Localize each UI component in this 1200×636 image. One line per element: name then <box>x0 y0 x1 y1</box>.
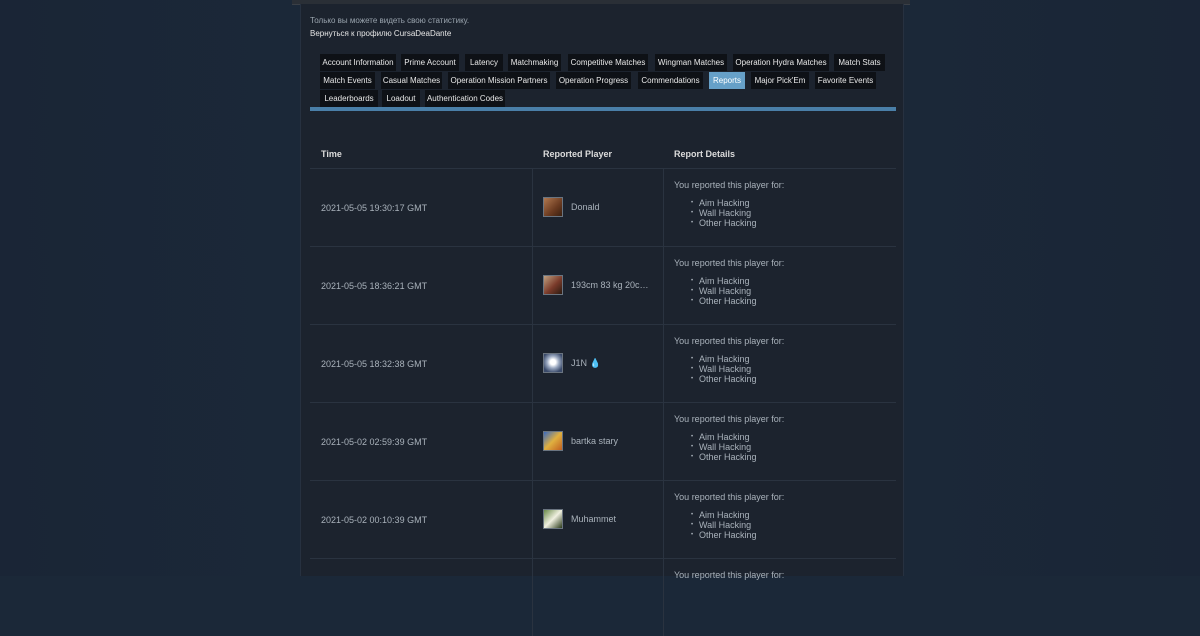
player-name[interactable]: bartka stary <box>571 436 618 446</box>
row-divider <box>310 480 896 481</box>
table-row: You reported this player for: <box>310 558 896 636</box>
report-reasons: Aim Hacking Wall Hacking Other Hacking <box>691 510 757 540</box>
column-header-details: Report Details <box>674 149 736 159</box>
tab-underline <box>310 107 896 111</box>
report-time: 2021-05-02 02:59:39 GMT <box>321 437 428 447</box>
column-divider <box>663 324 664 402</box>
column-divider <box>663 402 664 480</box>
tab-operation-progress[interactable]: Operation Progress <box>556 72 631 89</box>
table-row: 2021-05-05 18:32:38 GMT J1N 💧 You report… <box>310 324 896 402</box>
tab-competitive-matches[interactable]: Competitive Matches <box>568 54 648 71</box>
report-details-heading: You reported this player for: <box>674 414 785 424</box>
column-divider <box>663 558 664 636</box>
privacy-notice: Только вы можете видеть свою статистику. <box>310 16 470 25</box>
report-details-heading: You reported this player for: <box>674 336 785 346</box>
row-divider <box>310 402 896 403</box>
table-row: 2021-05-05 18:36:21 GMT 193cm 83 kg 20c…… <box>310 246 896 324</box>
report-reasons: Aim Hacking Wall Hacking Other Hacking <box>691 198 757 228</box>
tab-account-information[interactable]: Account Information <box>320 54 396 71</box>
tab-wingman-matches[interactable]: Wingman Matches <box>655 54 727 71</box>
row-divider <box>310 324 896 325</box>
report-time: 2021-05-05 18:36:21 GMT <box>321 281 428 291</box>
tab-reports[interactable]: Reports <box>709 72 745 89</box>
column-divider <box>532 246 533 324</box>
back-to-profile-link[interactable]: Вернуться к профилю CursaDeaDante <box>310 29 451 38</box>
report-details-heading: You reported this player for: <box>674 180 785 190</box>
tab-operation-hydra-matches[interactable]: Operation Hydra Matches <box>733 54 829 71</box>
reason-item: Aim Hacking <box>691 432 757 442</box>
main-panel: Только вы можете видеть свою статистику.… <box>300 4 904 636</box>
tab-major-pickem[interactable]: Major Pick'Em <box>751 72 809 89</box>
tab-match-stats[interactable]: Match Stats <box>834 54 885 71</box>
tab-loadout[interactable]: Loadout <box>382 90 420 107</box>
column-divider <box>532 168 533 246</box>
report-reasons: Aim Hacking Wall Hacking Other Hacking <box>691 354 757 384</box>
avatar[interactable] <box>543 353 563 373</box>
avatar[interactable] <box>543 431 563 451</box>
column-divider <box>663 480 664 558</box>
player-name[interactable]: Muhammet <box>571 514 616 524</box>
reason-item: Wall Hacking <box>691 520 757 530</box>
reason-item: Aim Hacking <box>691 354 757 364</box>
reason-item: Aim Hacking <box>691 276 757 286</box>
reason-item: Wall Hacking <box>691 208 757 218</box>
tab-matchmaking[interactable]: Matchmaking <box>508 54 561 71</box>
tab-prime-account[interactable]: Prime Account <box>401 54 459 71</box>
reason-item: Other Hacking <box>691 296 756 306</box>
report-reasons: Aim Hacking Wall Hacking Other Hacking <box>691 432 757 462</box>
column-divider <box>663 246 664 324</box>
report-reasons: Aim Hacking Wall Hacking Other Hacking <box>691 276 757 306</box>
column-divider <box>532 402 533 480</box>
column-divider <box>532 324 533 402</box>
reason-item: Aim Hacking <box>691 510 757 520</box>
report-details-heading: You reported this player for: <box>674 570 785 580</box>
reason-item: Wall Hacking <box>691 364 757 374</box>
tab-match-events[interactable]: Match Events <box>320 72 375 89</box>
report-time: 2021-05-05 19:30:17 GMT <box>321 203 428 213</box>
avatar[interactable] <box>543 197 563 217</box>
reason-item: Aim Hacking <box>691 198 757 208</box>
column-divider <box>532 480 533 558</box>
reason-item: Other Hacking <box>691 374 756 384</box>
avatar[interactable] <box>543 509 563 529</box>
row-divider <box>310 246 896 247</box>
column-header-time: Time <box>321 149 342 159</box>
table-row: 2021-05-05 19:30:17 GMT Donald You repor… <box>310 168 896 246</box>
tab-leaderboards[interactable]: Leaderboards <box>320 90 378 107</box>
report-details-heading: You reported this player for: <box>674 492 785 502</box>
player-name[interactable]: Donald <box>571 202 600 212</box>
report-details-heading: You reported this player for: <box>674 258 785 268</box>
reason-item: Wall Hacking <box>691 286 757 296</box>
report-time: 2021-05-02 00:10:39 GMT <box>321 515 428 525</box>
tab-operation-mission-partners[interactable]: Operation Mission Partners <box>448 72 550 89</box>
reason-item: Other Hacking <box>691 218 756 228</box>
player-name[interactable]: 193cm 83 kg 20c… <box>571 280 649 290</box>
tab-latency[interactable]: Latency <box>465 54 503 71</box>
tab-commendations[interactable]: Commendations <box>638 72 703 89</box>
tab-authentication-codes[interactable]: Authentication Codes <box>425 90 505 107</box>
player-name[interactable]: J1N 💧 <box>571 358 601 369</box>
tab-casual-matches[interactable]: Casual Matches <box>381 72 442 89</box>
row-divider <box>310 168 896 169</box>
report-time: 2021-05-05 18:32:38 GMT <box>321 359 428 369</box>
column-header-player: Reported Player <box>543 149 613 159</box>
table-row: 2021-05-02 02:59:39 GMT bartka stary You… <box>310 402 896 480</box>
reason-item: Other Hacking <box>691 530 756 540</box>
avatar[interactable] <box>543 275 563 295</box>
reason-item: Wall Hacking <box>691 442 757 452</box>
column-divider <box>663 168 664 246</box>
table-row: 2021-05-02 00:10:39 GMT Muhammet You rep… <box>310 480 896 558</box>
row-divider <box>310 558 896 559</box>
column-divider <box>532 558 533 636</box>
tab-favorite-events[interactable]: Favorite Events <box>815 72 876 89</box>
reason-item: Other Hacking <box>691 452 756 462</box>
